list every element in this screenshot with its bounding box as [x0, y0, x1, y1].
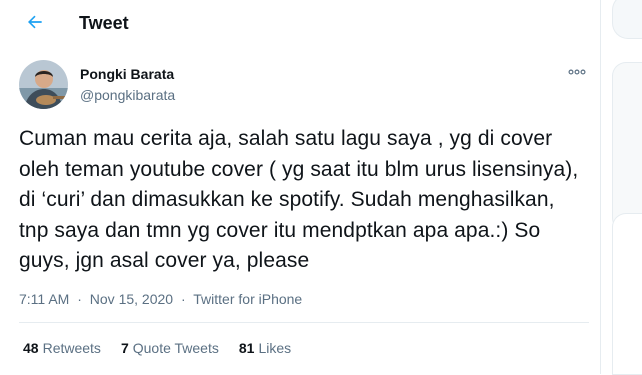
tweet-header: Tweet	[0, 0, 600, 44]
quote-tweets-label: Quote Tweets	[132, 340, 219, 356]
more-horizontal-icon	[568, 69, 586, 75]
tweet-date[interactable]: Nov 15, 2020	[90, 291, 173, 307]
likes-stat[interactable]: 81 Likes	[239, 339, 291, 357]
likes-label: Likes	[258, 340, 292, 356]
tweet-text: Cuman mau cerita aja, salah satu lagu sa…	[19, 127, 579, 272]
tweet-time[interactable]: 7:11 AM	[19, 291, 69, 307]
quote-tweets-stat[interactable]: 7 Quote Tweets	[121, 339, 219, 357]
divider	[19, 322, 589, 323]
back-button[interactable]	[22, 9, 48, 35]
quote-tweets-count: 7	[120, 340, 129, 356]
author-display-name[interactable]: Pongki Barata	[80, 65, 174, 83]
arrow-left-icon	[28, 15, 42, 29]
separator-dot: ·	[77, 291, 82, 307]
sidebar-card-fragment	[612, 62, 642, 232]
more-options-button[interactable]	[564, 62, 590, 82]
tweet-column: Tweet Pongki Barata @pongkibarata Cuman …	[0, 0, 601, 374]
sidebar-card-fragment	[612, 213, 642, 375]
sidebar-search-fragment[interactable]	[612, 0, 642, 39]
retweets-label: Retweets	[42, 340, 101, 356]
tweet-stats: 48 Retweets 7 Quote Tweets 81 Likes	[23, 339, 291, 357]
retweets-count: 48	[23, 340, 39, 356]
avatar[interactable]	[19, 60, 68, 109]
page-title: Tweet	[79, 13, 129, 33]
author-handle[interactable]: @pongkibarata	[80, 86, 175, 104]
separator-dot: ·	[180, 291, 186, 307]
retweets-stat[interactable]: 48 Retweets	[23, 339, 101, 357]
tweet-metadata: 7:11 AM · Nov 15, 2020 · Twitter for iPh…	[19, 290, 302, 308]
likes-count: 81	[238, 340, 255, 356]
profile-photo	[19, 60, 68, 109]
tweet-source[interactable]: Twitter for iPhone	[193, 291, 302, 307]
